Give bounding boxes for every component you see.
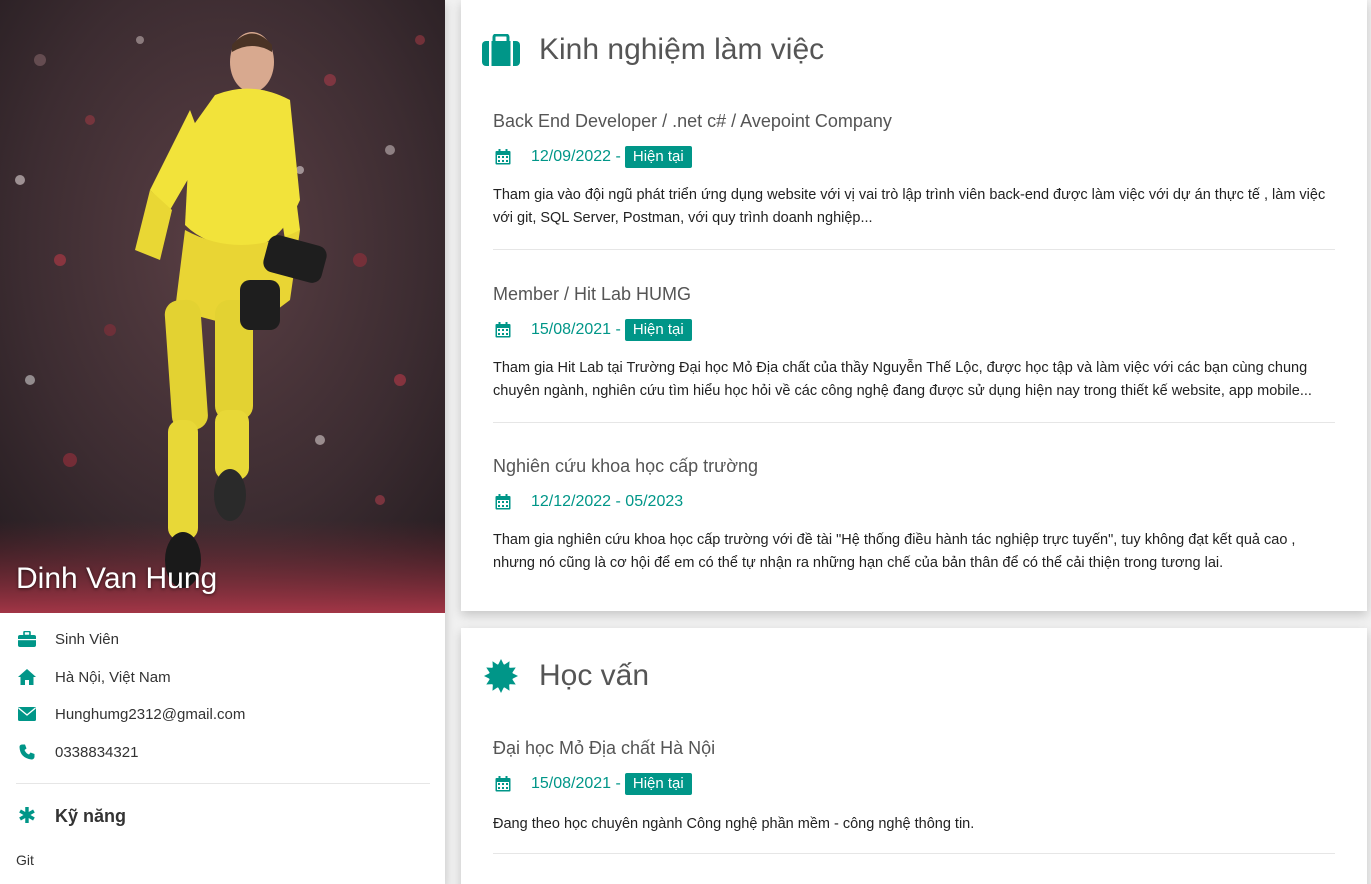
entry-description: Tham gia Hit Lab tại Trường Đại học Mỏ Đ… bbox=[493, 360, 1312, 399]
entry-date: 15/08/2021 - Hiện tại bbox=[493, 773, 1335, 795]
entry-date: 12/09/2022 - Hiện tại bbox=[493, 146, 1335, 168]
phone-icon bbox=[16, 741, 38, 763]
entry-description: Tham gia nghiên cứu khoa học cấp trường … bbox=[493, 532, 1296, 571]
divider bbox=[493, 249, 1335, 250]
education-card: Học vấn Đại học Mỏ Địa chất Hà Nội 15/08… bbox=[461, 628, 1367, 884]
status-badge: Hiện tại bbox=[624, 773, 692, 795]
entry-title: Nghiên cứu khoa học cấp trường bbox=[493, 456, 759, 476]
entry-date: 15/08/2021 - Hiện tại bbox=[493, 319, 1335, 341]
info-job-text: Sinh Viên bbox=[55, 630, 119, 648]
divider bbox=[16, 783, 430, 784]
envelope-icon bbox=[16, 703, 38, 725]
experience-header: Kinh nghiệm làm việc bbox=[481, 30, 824, 70]
education-entry: Đại học Mỏ Địa chất Hà Nội 15/08/2021 - … bbox=[493, 738, 1335, 836]
status-badge: Hiện tại bbox=[624, 146, 692, 168]
experience-entry: Back End Developer / .net c# / Avepoint … bbox=[493, 111, 1335, 229]
asterisk-icon: ✱ bbox=[17, 803, 37, 828]
info-location-text: Hà Nội, Việt Nam bbox=[55, 668, 171, 686]
entry-title: Đại học Mỏ Địa chất Hà Nội bbox=[493, 738, 716, 758]
home-icon bbox=[16, 666, 38, 688]
skills-heading: ✱ Kỹ năng bbox=[16, 805, 126, 827]
entry-description: Đang theo học chuyên ngành Công nghệ phầ… bbox=[493, 816, 975, 832]
info-phone-text: 0338834321 bbox=[55, 743, 139, 761]
entry-date-text: 15/08/2021 - bbox=[531, 321, 621, 338]
calendar-icon bbox=[495, 149, 511, 165]
info-phone: 0338834321 bbox=[16, 741, 138, 763]
divider bbox=[493, 853, 1335, 854]
experience-entry: Nghiên cứu khoa học cấp trường 12/12/202… bbox=[493, 456, 1335, 574]
profile-card: Dinh Van Hung Sinh Viên Hà Nội, Việt Nam… bbox=[0, 0, 445, 884]
info-email: Hunghumg2312@gmail.com bbox=[16, 703, 245, 725]
calendar-icon bbox=[495, 494, 511, 510]
skill-item: Git bbox=[16, 852, 34, 868]
entry-title: Member / Hit Lab HUMG bbox=[493, 284, 692, 304]
entry-date: 12/12/2022 - 05/2023 bbox=[493, 493, 1335, 511]
divider bbox=[493, 422, 1335, 423]
briefcase-icon bbox=[16, 628, 38, 650]
entry-title: Back End Developer / .net c# / Avepoint … bbox=[493, 111, 892, 131]
calendar-icon bbox=[495, 776, 511, 792]
status-badge: Hiện tại bbox=[624, 319, 692, 341]
education-title: Học vấn bbox=[539, 659, 650, 692]
info-job: Sinh Viên bbox=[16, 628, 119, 650]
profile-name: Dinh Van Hung bbox=[16, 562, 218, 595]
skills-title-text: Kỹ năng bbox=[55, 805, 127, 826]
info-email-text: Hunghumg2312@gmail.com bbox=[55, 705, 246, 723]
info-location: Hà Nội, Việt Nam bbox=[16, 666, 171, 688]
experience-title: Kinh nghiệm làm việc bbox=[539, 33, 825, 66]
entry-description: Tham gia vào đội ngũ phát triển ứng dụng… bbox=[493, 187, 1326, 226]
experience-entry: Member / Hit Lab HUMG 15/08/2021 - Hiện … bbox=[493, 284, 1335, 402]
education-header: Học vấn bbox=[481, 656, 649, 696]
calendar-icon bbox=[495, 322, 511, 338]
certificate-icon bbox=[481, 656, 521, 696]
entry-date-text: 12/12/2022 - 05/2023 bbox=[531, 493, 684, 510]
entry-date-text: 15/08/2021 - bbox=[531, 775, 621, 792]
profile-photo: Dinh Van Hung bbox=[0, 0, 445, 613]
suitcase-icon bbox=[481, 30, 521, 70]
entry-date-text: 12/09/2022 - bbox=[531, 148, 621, 165]
experience-card: Kinh nghiệm làm việc Back End Developer … bbox=[461, 0, 1367, 611]
